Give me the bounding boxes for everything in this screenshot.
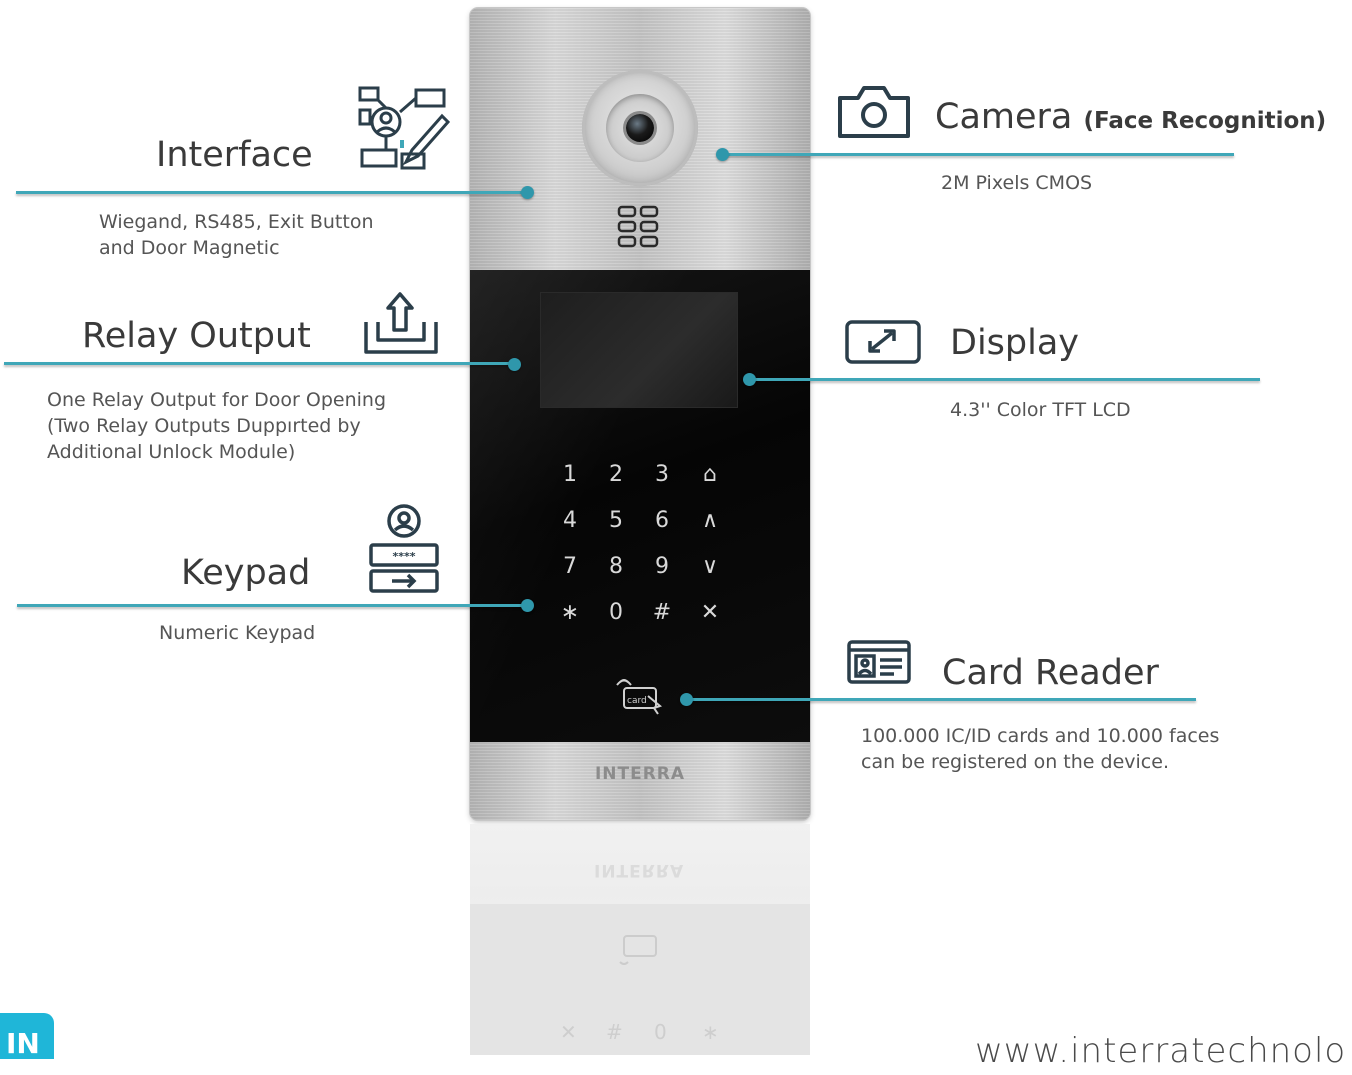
- camera-subtitle: (Face Recognition): [1083, 108, 1327, 134]
- relay-desc-line-3: Additional Unlock Module): [47, 441, 296, 463]
- card-reader-desc-line-2: can be registered on the device.: [861, 751, 1169, 773]
- keypad-title: Keypad: [181, 553, 311, 593]
- card-reader-connector-dot: [680, 693, 693, 706]
- keypad-key[interactable]: 1: [550, 460, 590, 490]
- display-description: 4.3'' Color TFT LCD: [950, 397, 1131, 423]
- interface-icon: [358, 86, 450, 170]
- keypad-key[interactable]: 2: [596, 460, 636, 490]
- reflection-key: 0: [654, 1020, 667, 1044]
- keypad-key[interactable]: ∧: [690, 506, 730, 536]
- relay-desc-line-1: One Relay Output for Door Opening: [47, 389, 387, 411]
- display-title: Display: [950, 323, 1080, 363]
- interface-connector-dot: [521, 186, 534, 199]
- keypad-description: Numeric Keypad: [159, 620, 315, 646]
- interface-desc-line-2: and Door Magnetic: [99, 237, 280, 259]
- keypad-key[interactable]: ✕: [690, 598, 730, 628]
- card-reader-title: Card Reader: [942, 653, 1159, 693]
- card-reader-description: 100.000 IC/ID cards and 10.000 faces can…: [861, 723, 1219, 775]
- brand-logo: INTERRA: [594, 764, 686, 784]
- reflection-key: ∗: [702, 1020, 719, 1044]
- keypad-icon: ****: [369, 504, 439, 593]
- relay-desc-line-2: (Two Relay Outputs Duppırted by: [47, 415, 361, 437]
- keypad-key[interactable]: 9: [642, 552, 682, 582]
- card-reader-icon: [847, 640, 911, 684]
- camera-title-text: Camera: [935, 97, 1073, 137]
- camera-desc-line-1: 2M Pixels CMOS: [941, 172, 1093, 194]
- keypad-key[interactable]: ∗: [550, 598, 590, 628]
- reflection-glass: [470, 904, 810, 1055]
- reflection-brand: INTERRA: [594, 860, 685, 880]
- speaker-icon: [617, 205, 659, 248]
- keypad-desc-line-1: Numeric Keypad: [159, 622, 316, 644]
- lcd-screen: [540, 292, 738, 408]
- interface-title: Interface: [156, 135, 313, 175]
- relay-output-title: Relay Output: [82, 316, 311, 356]
- camera-connector-line: [723, 153, 1234, 156]
- relay-connector-line: [4, 362, 514, 365]
- keypad-key[interactable]: 3: [642, 460, 682, 490]
- card-tap-icon: card: [616, 679, 663, 715]
- keypad-key[interactable]: ⌂: [690, 460, 730, 490]
- display-icon: [845, 320, 921, 364]
- relay-description: One Relay Output for Door Opening (Two R…: [47, 387, 386, 465]
- display-desc-line-1: 4.3'' Color TFT LCD: [950, 399, 1131, 421]
- keypad-key[interactable]: 6: [642, 506, 682, 536]
- camera-icon: [838, 86, 910, 138]
- keypad-key[interactable]: #: [642, 598, 682, 628]
- website-url[interactable]: www.interratechnolo: [975, 1031, 1346, 1071]
- display-connector-line: [750, 378, 1260, 381]
- keypad-code: ****: [392, 550, 415, 563]
- keypad-connector-dot: [521, 599, 534, 612]
- keypad-connector-line: [17, 604, 527, 607]
- camera-description: 2M Pixels CMOS: [941, 170, 1092, 196]
- keypad-key[interactable]: 7: [550, 552, 590, 582]
- keypad-key[interactable]: 5: [596, 506, 636, 536]
- interface-desc-line-1: Wiegand, RS485, Exit Button: [99, 211, 374, 233]
- reflection-card-icon: [619, 935, 657, 965]
- camera-lens: [626, 114, 654, 142]
- camera-housing: [606, 94, 674, 162]
- reflection-key: #: [606, 1020, 623, 1044]
- interface-description: Wiegand, RS485, Exit Button and Door Mag…: [99, 209, 374, 261]
- reflection-key: ✕: [560, 1020, 577, 1044]
- card-tap-label: card: [627, 696, 647, 706]
- relay-output-icon: [364, 292, 438, 354]
- device-reflection: INTERRA ✕ #0 ∗: [470, 824, 810, 1055]
- camera-title: Camera (Face Recognition): [935, 97, 1326, 137]
- company-logo: IN: [0, 1013, 54, 1060]
- camera-connector-dot: [716, 148, 729, 161]
- camera-module: [582, 70, 698, 186]
- card-reader-desc-line-1: 100.000 IC/ID cards and 10.000 faces: [861, 725, 1220, 747]
- card-reader-connector-line: [686, 698, 1196, 701]
- keypad-key[interactable]: ∨: [690, 552, 730, 582]
- display-connector-dot: [743, 373, 756, 386]
- keypad-key[interactable]: 0: [596, 598, 636, 628]
- interface-connector-line: [16, 191, 530, 194]
- relay-connector-dot: [508, 358, 521, 371]
- keypad-key[interactable]: 8: [596, 552, 636, 582]
- keypad-key[interactable]: 4: [550, 506, 590, 536]
